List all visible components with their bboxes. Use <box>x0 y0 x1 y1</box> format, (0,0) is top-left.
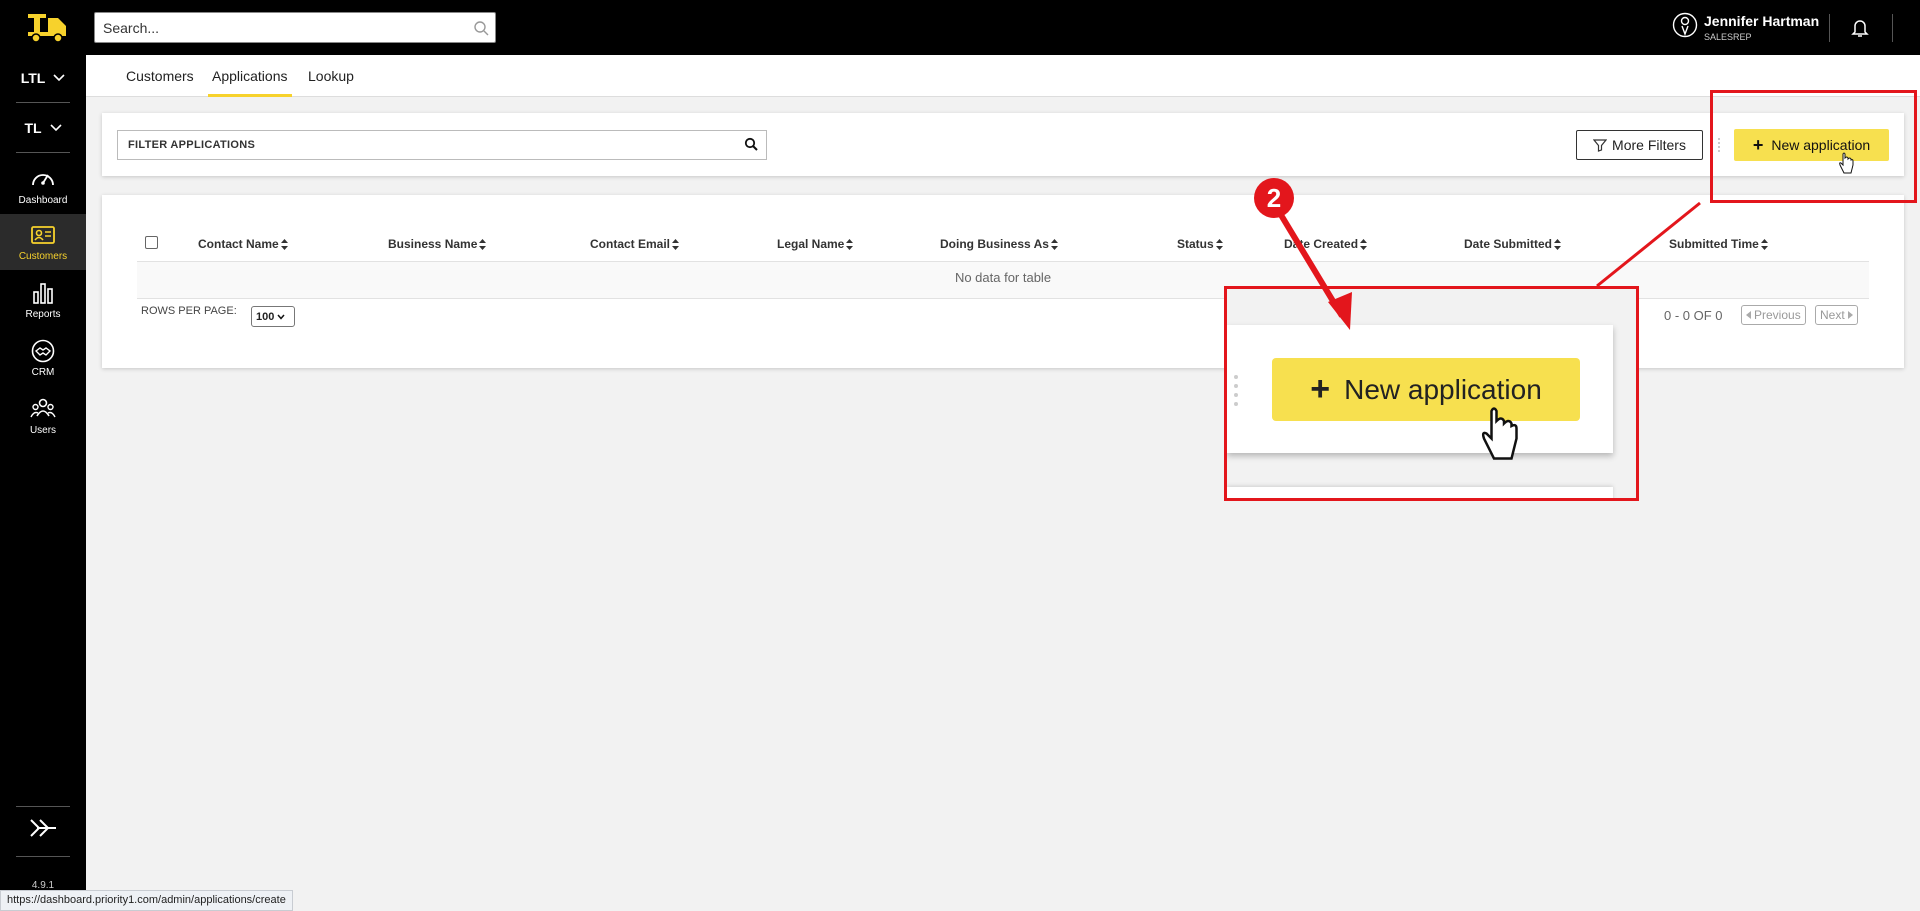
sidebar-item-customers[interactable]: Customers <box>0 214 86 270</box>
previous-page-button[interactable]: Previous <box>1741 305 1806 325</box>
chevron-down-icon <box>49 124 62 132</box>
column-contact-email[interactable]: Contact Email <box>590 237 680 251</box>
user-name[interactable]: Jennifer Hartman <box>1704 13 1819 29</box>
top-bar: Jennifer Hartman SALESREP <box>86 0 1920 55</box>
tab-lookup[interactable]: Lookup <box>308 55 354 97</box>
sort-icon <box>846 238 854 250</box>
column-label: Legal Name <box>777 237 845 251</box>
more-filters-label: More Filters <box>1612 137 1686 153</box>
sidebar-item-crm[interactable]: CRM <box>0 330 86 386</box>
dashboard-gauge-icon <box>32 174 54 186</box>
sort-icon <box>479 238 487 250</box>
sidebar-dropdown-label: LTL <box>20 70 46 86</box>
sort-icon <box>1554 238 1562 250</box>
topbar-divider <box>1829 14 1830 42</box>
highlight-box <box>1710 90 1917 203</box>
filter-applications-input[interactable] <box>117 130 767 160</box>
tab-customers[interactable]: Customers <box>126 55 194 97</box>
sidebar-item-reports[interactable]: Reports <box>0 272 86 328</box>
status-bar-url: https://dashboard.priority1.com/admin/ap… <box>0 890 293 911</box>
truck-logo-icon[interactable] <box>24 10 72 44</box>
sort-icon <box>1360 238 1368 250</box>
sidebar-divider <box>16 152 70 153</box>
filter-funnel-icon <box>1593 139 1608 152</box>
sidebar-dropdown-ltl[interactable]: LTL <box>0 58 86 98</box>
sidebar-item-users[interactable]: Users <box>0 388 86 444</box>
chevron-down-icon <box>53 74 65 82</box>
select-all-checkbox[interactable] <box>145 236 158 249</box>
sort-icon <box>672 238 680 250</box>
column-label: Submitted Time <box>1669 237 1759 251</box>
sidebar-dropdown-tl[interactable]: TL <box>0 108 86 148</box>
column-status[interactable]: Status <box>1177 237 1223 251</box>
search-icon[interactable] <box>744 137 758 151</box>
sidebar: LTL TL Dashboard Customers Reports CRM U… <box>0 0 86 911</box>
caret-right-icon <box>1847 311 1853 319</box>
sort-icon <box>1050 238 1058 250</box>
rows-per-page-value: 100 <box>256 310 275 323</box>
caret-left-icon <box>1746 311 1751 319</box>
sidebar-item-label: Dashboard <box>18 195 68 206</box>
sidebar-item-label: Customers <box>18 251 68 262</box>
sort-icon <box>280 238 288 250</box>
column-business-name[interactable]: Business Name <box>388 237 487 251</box>
expand-sidebar-icon[interactable] <box>28 817 58 839</box>
column-date-submitted[interactable]: Date Submitted <box>1464 237 1562 251</box>
column-label: Date Submitted <box>1464 237 1553 251</box>
sidebar-item-dashboard[interactable]: Dashboard <box>0 158 86 214</box>
next-label: Next <box>1820 308 1845 322</box>
column-label: Contact Email <box>590 237 671 251</box>
rows-per-page-select[interactable]: 100 <box>251 306 295 327</box>
sidebar-divider <box>16 102 70 103</box>
topbar-divider <box>1892 14 1893 42</box>
tab-applications[interactable]: Applications <box>208 55 292 97</box>
column-label: Doing Business As <box>940 237 1049 251</box>
next-page-button[interactable]: Next <box>1815 305 1858 325</box>
sort-icon <box>1760 238 1768 250</box>
more-filters-button[interactable]: More Filters <box>1576 130 1703 160</box>
crm-handshake-icon <box>31 339 55 363</box>
user-avatar-icon[interactable] <box>1672 12 1698 38</box>
column-date-created[interactable]: Date Created <box>1284 237 1368 251</box>
sidebar-divider <box>16 806 70 807</box>
zoom-callout-box <box>1224 286 1639 501</box>
bell-icon[interactable] <box>1851 18 1869 38</box>
column-label: Business Name <box>388 237 478 251</box>
sidebar-item-label: CRM <box>31 367 55 378</box>
sidebar-item-label: Reports <box>25 309 61 320</box>
customers-card-icon <box>31 226 55 244</box>
column-doing-business-as[interactable]: Doing Business As <box>940 237 1058 251</box>
sidebar-dropdown-label: TL <box>24 120 42 136</box>
users-group-icon <box>30 398 56 418</box>
column-submitted-time[interactable]: Submitted Time <box>1669 237 1768 251</box>
sort-icon <box>1215 238 1223 250</box>
column-legal-name[interactable]: Legal Name <box>777 237 854 251</box>
column-label: Status <box>1177 237 1214 251</box>
previous-label: Previous <box>1754 308 1801 322</box>
column-contact-name[interactable]: Contact Name <box>198 237 288 251</box>
sidebar-item-label: Users <box>29 425 57 436</box>
chevron-down-icon <box>277 314 285 320</box>
global-search-input[interactable] <box>94 12 496 43</box>
sidebar-divider <box>16 856 70 857</box>
reports-bar-icon <box>33 283 53 304</box>
step-number-badge: 2 <box>1254 178 1294 218</box>
sub-nav-tabs: Customers Applications Lookup <box>86 55 1920 97</box>
column-label: Contact Name <box>198 237 279 251</box>
search-icon[interactable] <box>473 20 489 36</box>
rows-per-page-label: ROWS PER PAGE: <box>141 305 237 317</box>
user-role: SALESREP <box>1704 32 1752 42</box>
pagination-info: 0 - 0 OF 0 <box>1664 308 1723 323</box>
column-label: Date Created <box>1284 237 1359 251</box>
